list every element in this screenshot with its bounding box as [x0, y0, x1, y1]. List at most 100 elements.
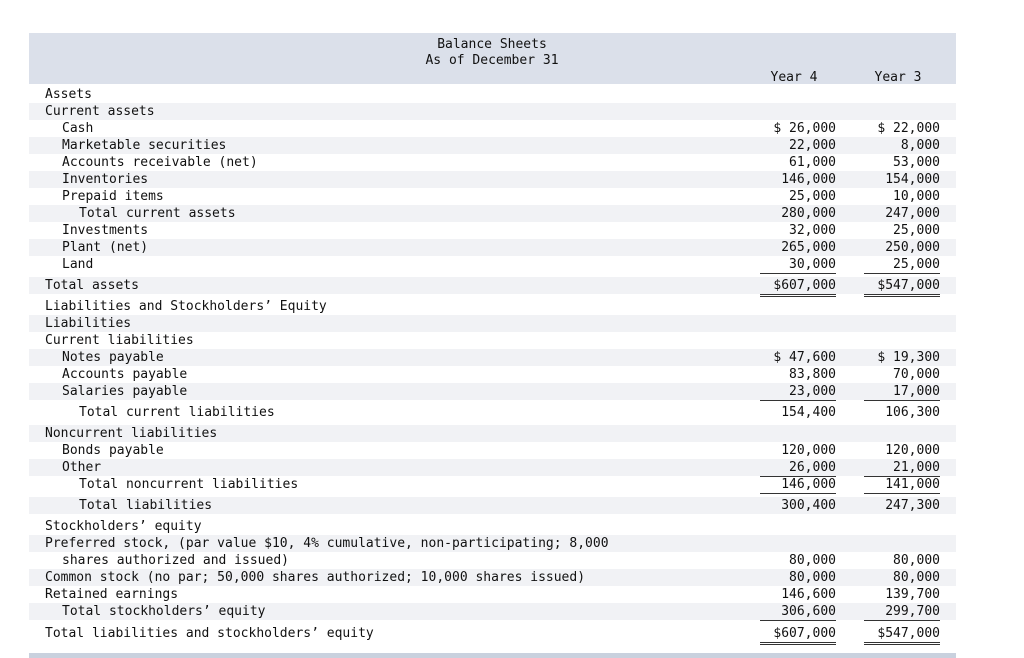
table-row: Common stock (no par; 50,000 shares auth… [29, 569, 956, 586]
row-label: Plant (net) [62, 240, 149, 255]
value-year4: 146,600 [760, 586, 836, 604]
value-year4: 154,400 [781, 405, 836, 420]
value-year4: 83,800 [789, 367, 836, 382]
row-label: Retained earnings [45, 587, 179, 602]
value-year3: 250,000 [885, 240, 940, 255]
value-year4: $ 47,600 [773, 350, 836, 365]
table-row: Total current liabilities 154,400 106,300 [29, 404, 956, 421]
table-row: Current assets [29, 103, 956, 120]
value-year3: $ 19,300 [877, 350, 940, 365]
page-subtitle: As of December 31 [425, 53, 559, 68]
value-year3: $547,000 [864, 277, 940, 297]
value-year3: 53,000 [893, 155, 940, 170]
value-year3: 25,000 [893, 223, 940, 238]
value-year4: $607,000 [760, 277, 836, 297]
table-row: Other 26,000 21,000 [29, 459, 956, 477]
value-year3: 247,000 [885, 206, 940, 221]
value-year3: 10,000 [864, 188, 940, 206]
row-label: Noncurrent liabilities [45, 426, 218, 441]
row-label: Marketable securities [62, 138, 227, 153]
table-row: Accounts receivable (net) 61,000 53,000 [29, 154, 956, 171]
table-row: Bonds payable 120,000 120,000 [29, 442, 956, 459]
value-year3: 139,700 [864, 586, 940, 604]
value-year3: 25,000 [864, 256, 940, 274]
table-row: Total noncurrent liabilities 146,000 141,0… [29, 476, 956, 494]
row-label: Current liabilities [45, 333, 194, 348]
column-header-year3: Year 3 [874, 70, 922, 85]
value-year4: 32,000 [789, 223, 836, 238]
table-row: Total stockholders’ equity 306,600 299,700 [29, 603, 956, 621]
value-year4: 25,000 [760, 188, 836, 206]
table-row: Prepaid items 25,000 10,000 [29, 188, 956, 206]
value-year4: $607,000 [760, 625, 836, 645]
row-label: Liabilities and Stockholders’ Equity [45, 299, 327, 314]
value-year3: $ 22,000 [877, 121, 940, 136]
row-label: Accounts payable [62, 367, 188, 382]
table-row: Liabilities [29, 315, 956, 332]
value-year4: 80,000 [789, 570, 836, 585]
value-year3: 141,000 [864, 476, 940, 494]
table-row: Land 30,000 25,000 [29, 256, 956, 274]
balance-sheet: Balance Sheets As of December 31 Year 4 … [29, 33, 956, 658]
table-row: Liabilities and Stockholders’ Equity [29, 298, 956, 315]
row-label: Total noncurrent liabilities [79, 477, 299, 492]
column-header-year4: Year 4 [770, 70, 818, 85]
value-year4: 23,000 [760, 383, 836, 401]
row-label: Notes payable [62, 350, 164, 365]
table-row: Retained earnings 146,600 139,700 [29, 586, 956, 604]
value-year4: 120,000 [781, 443, 836, 458]
row-label: Liabilities [45, 316, 132, 331]
table-row: Plant (net) 265,000 250,000 [29, 239, 956, 256]
row-label: Prepaid items [62, 189, 164, 204]
value-year4: 280,000 [781, 206, 836, 221]
table-row: Cash $ 26,000 $ 22,000 [29, 120, 956, 137]
value-year4: 306,600 [760, 603, 836, 621]
table-row: shares authorized and issued) 80,000 80,00… [29, 552, 956, 569]
table-row: Noncurrent liabilities [29, 425, 956, 442]
table-row: Inventories 146,000 154,000 [29, 171, 956, 188]
table-row: Stockholders’ equity [29, 518, 956, 535]
value-year4: 22,000 [789, 138, 836, 153]
table-row: Investments 32,000 25,000 [29, 222, 956, 239]
value-year4: 146,000 [760, 476, 836, 494]
row-label: Total assets [45, 278, 139, 293]
value-year3: 21,000 [864, 459, 940, 477]
row-label: Total current assets [79, 206, 236, 221]
table-row: Total assets $607,000 $547,000 [29, 277, 956, 297]
row-label: Salaries payable [62, 384, 188, 399]
table-row: Total current assets 280,000 247,000 [29, 205, 956, 222]
value-year3: 80,000 [893, 570, 940, 585]
row-label: Total liabilities and stockholders’ equi… [45, 626, 374, 641]
value-year3: 17,000 [864, 383, 940, 401]
row-label: Preferred stock, (par value $10, 4% cumu… [45, 536, 609, 551]
header-band: Balance Sheets As of December 31 Year 4 … [29, 33, 956, 85]
value-year3: 80,000 [893, 553, 940, 568]
table-row: Total liabilities 300,400 247,300 [29, 497, 956, 514]
row-label: Bonds payable [62, 443, 164, 458]
table-row: Total liabilities and stockholders’ equi… [29, 625, 956, 645]
value-year3: 70,000 [893, 367, 940, 382]
row-label: Total stockholders’ equity [62, 604, 266, 619]
table-row: Salaries payable 23,000 17,000 [29, 383, 956, 401]
value-year4: 26,000 [760, 459, 836, 477]
row-label: Inventories [62, 172, 149, 187]
table-row: Notes payable $ 47,600 $ 19,300 [29, 349, 956, 366]
title-block: Balance Sheets As of December 31 [339, 37, 645, 69]
value-year3: 120,000 [885, 443, 940, 458]
row-label: Land [62, 257, 94, 272]
value-year4: 80,000 [789, 553, 836, 568]
value-year4: 61,000 [789, 155, 836, 170]
value-year3: 154,000 [885, 172, 940, 187]
value-year4: $ 26,000 [773, 121, 836, 136]
value-year3: 247,300 [885, 498, 940, 513]
value-year3: 106,300 [885, 405, 940, 420]
table-row: Marketable securities 22,000 8,000 [29, 137, 956, 154]
table-row: Preferred stock, (par value $10, 4% cumu… [29, 535, 956, 552]
value-year3: $547,000 [864, 625, 940, 645]
row-label: shares authorized and issued) [62, 553, 289, 568]
row-label: Common stock (no par; 50,000 shares auth… [45, 570, 586, 585]
table-row: Assets [29, 86, 956, 103]
value-year4: 146,000 [781, 172, 836, 187]
value-year4: 265,000 [781, 240, 836, 255]
table-row: Accounts payable 83,800 70,000 [29, 366, 956, 383]
